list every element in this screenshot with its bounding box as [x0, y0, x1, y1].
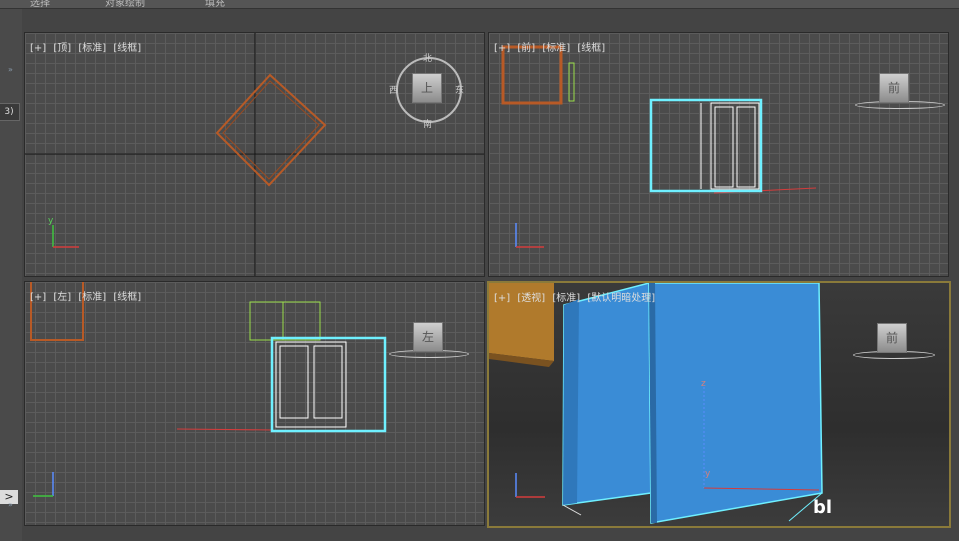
viewport-shading-button[interactable]: [线框]	[577, 43, 605, 54]
viewport-perspective-label: [+] [透视] [标准] [默认明暗处理]	[494, 289, 659, 304]
viewport-front-label: [+] [前] [标准] [线框]	[494, 39, 609, 54]
viewport-top-label: [+] [顶] [标准] [线框]	[30, 39, 145, 54]
collapse-icon[interactable]: »	[8, 65, 13, 74]
viewport-top[interactable]: [+] [顶] [标准] [线框] y 上 北 南 东 西	[24, 32, 485, 277]
toolbar-item-select[interactable]: 选择	[30, 0, 50, 9]
panel-tab-label[interactable]: 3)	[0, 103, 20, 121]
top-toolbar: 选择 对象绘制 填充	[0, 0, 959, 9]
viewport-camera-button[interactable]: [标准]	[542, 43, 570, 54]
axis-y-label: y	[705, 469, 711, 479]
compass-east: 东	[455, 86, 465, 96]
viewport-shading-button[interactable]: [线框]	[113, 292, 141, 303]
compass-west: 西	[389, 86, 399, 96]
viewport-view-button[interactable]: [前]	[517, 43, 535, 54]
viewcube[interactable]: 左	[413, 322, 443, 352]
compass-north: 北	[423, 54, 433, 64]
viewport-view-button[interactable]: [顶]	[53, 43, 71, 54]
viewport-menu-button[interactable]: [+]	[494, 293, 510, 304]
viewport-camera-button[interactable]: [标准]	[78, 43, 106, 54]
compass-south: 南	[423, 120, 433, 130]
watermark-logo: bl	[813, 497, 833, 518]
viewport-menu-button[interactable]: [+]	[30, 292, 46, 303]
viewport-view-button[interactable]: [透视]	[517, 293, 545, 304]
toolbar-item-object-paint[interactable]: 对象绘制	[105, 0, 145, 9]
viewport-shading-button[interactable]: [线框]	[113, 43, 141, 54]
axis-y-label: y	[48, 216, 54, 226]
left-view-geometry	[30, 282, 387, 497]
viewport-menu-button[interactable]: [+]	[494, 43, 510, 54]
perspective-geometry	[489, 283, 823, 524]
viewport-camera-button[interactable]: [标准]	[78, 292, 106, 303]
viewcube[interactable]: 前	[877, 323, 907, 353]
front-view-geometry	[501, 45, 817, 248]
viewport-front[interactable]: [+] [前] [标准] [线框] 前	[488, 32, 949, 277]
viewport-menu-button[interactable]: [+]	[30, 43, 46, 54]
viewport-view-button[interactable]: [左]	[53, 292, 71, 303]
toolbar-item-fill[interactable]: 填充	[205, 0, 225, 9]
collapse-icon-bottom[interactable]: »	[8, 500, 13, 509]
viewcube[interactable]: 上	[412, 73, 442, 103]
viewport-left[interactable]: [+] [左] [标准] [线框] 左	[24, 281, 485, 526]
axis-z-label: z	[701, 379, 706, 389]
viewport-camera-button[interactable]: [标准]	[552, 293, 580, 304]
viewport-perspective[interactable]: [+] [透视] [标准] [默认明暗处理] z y 前 bl	[487, 281, 951, 528]
viewport-shading-button[interactable]: [默认明暗处理]	[587, 293, 655, 304]
viewcube[interactable]: 前	[879, 73, 909, 103]
left-command-strip: » 3) > »	[0, 9, 22, 541]
viewport-left-label: [+] [左] [标准] [线框]	[30, 288, 145, 303]
